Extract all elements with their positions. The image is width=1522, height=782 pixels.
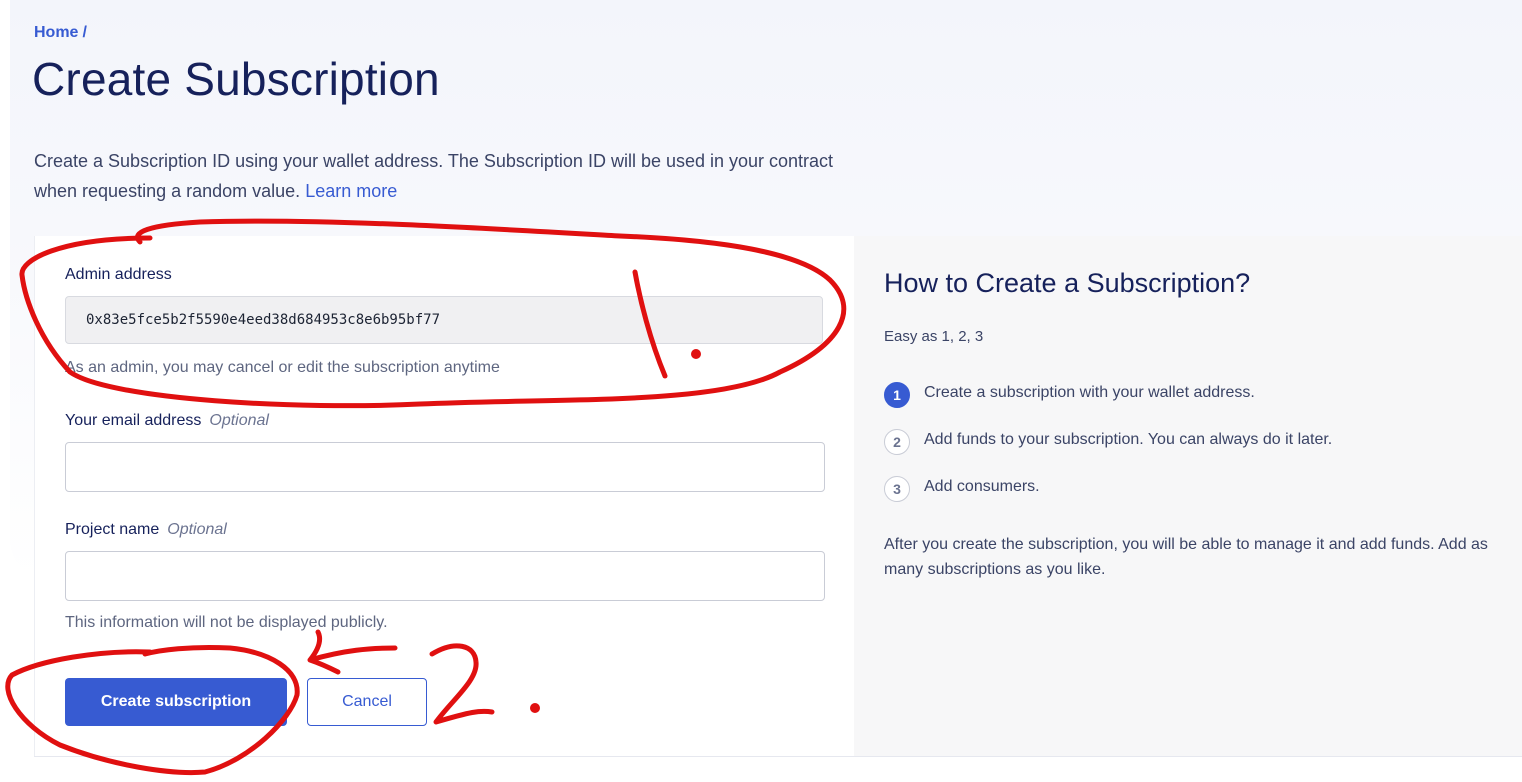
learn-more-link[interactable]: Learn more — [305, 181, 397, 201]
create-subscription-button[interactable]: Create subscription — [65, 678, 287, 726]
breadcrumb-separator: / — [82, 24, 87, 41]
step-text: Add consumers. — [924, 478, 1040, 495]
how-to-title: How to Create a Subscription? — [884, 268, 1251, 298]
project-name-label: Project name Optional — [65, 521, 227, 539]
project-name-optional-tag: Optional — [167, 521, 227, 538]
email-optional-tag: Optional — [209, 412, 269, 429]
cancel-button[interactable]: Cancel — [307, 678, 427, 726]
breadcrumb: Home / — [34, 24, 87, 42]
admin-address-field: 0x83e5fce5b2f5590e4eed38d684953c8e6b95bf… — [65, 296, 823, 344]
intro-text: Create a Subscription ID using your wall… — [34, 151, 834, 201]
subscription-card: Admin address 0x83e5fce5b2f5590e4eed38d6… — [34, 236, 1522, 757]
admin-address-hint: As an admin, you may cancel or edit the … — [65, 359, 500, 376]
email-label-text: Your email address — [65, 412, 202, 429]
step-text: Add funds to your subscription. You can … — [924, 431, 1333, 448]
breadcrumb-home-link[interactable]: Home — [34, 24, 78, 41]
step-number-badge: 3 — [884, 476, 910, 502]
page-title: Create Subscription — [32, 53, 440, 105]
how-to-panel: How to Create a Subscription? Easy as 1,… — [854, 236, 1522, 756]
privacy-note: This information will not be displayed p… — [65, 614, 388, 631]
project-name-input[interactable] — [65, 551, 825, 601]
email-label: Your email address Optional — [65, 412, 269, 430]
page-intro: Create a Subscription ID using your wall… — [34, 146, 834, 206]
project-name-label-text: Project name — [65, 521, 160, 538]
email-input[interactable] — [65, 442, 825, 492]
step-number-badge: 2 — [884, 429, 910, 455]
how-to-footer: After you create the subscription, you w… — [884, 536, 1488, 578]
admin-address-label: Admin address — [65, 266, 172, 283]
subscription-form: Admin address 0x83e5fce5b2f5590e4eed38d6… — [34, 236, 855, 756]
step-number-badge: 1 — [884, 382, 910, 408]
how-to-subtitle: Easy as 1, 2, 3 — [884, 328, 984, 345]
step-text: Create a subscription with your wallet a… — [924, 384, 1255, 401]
